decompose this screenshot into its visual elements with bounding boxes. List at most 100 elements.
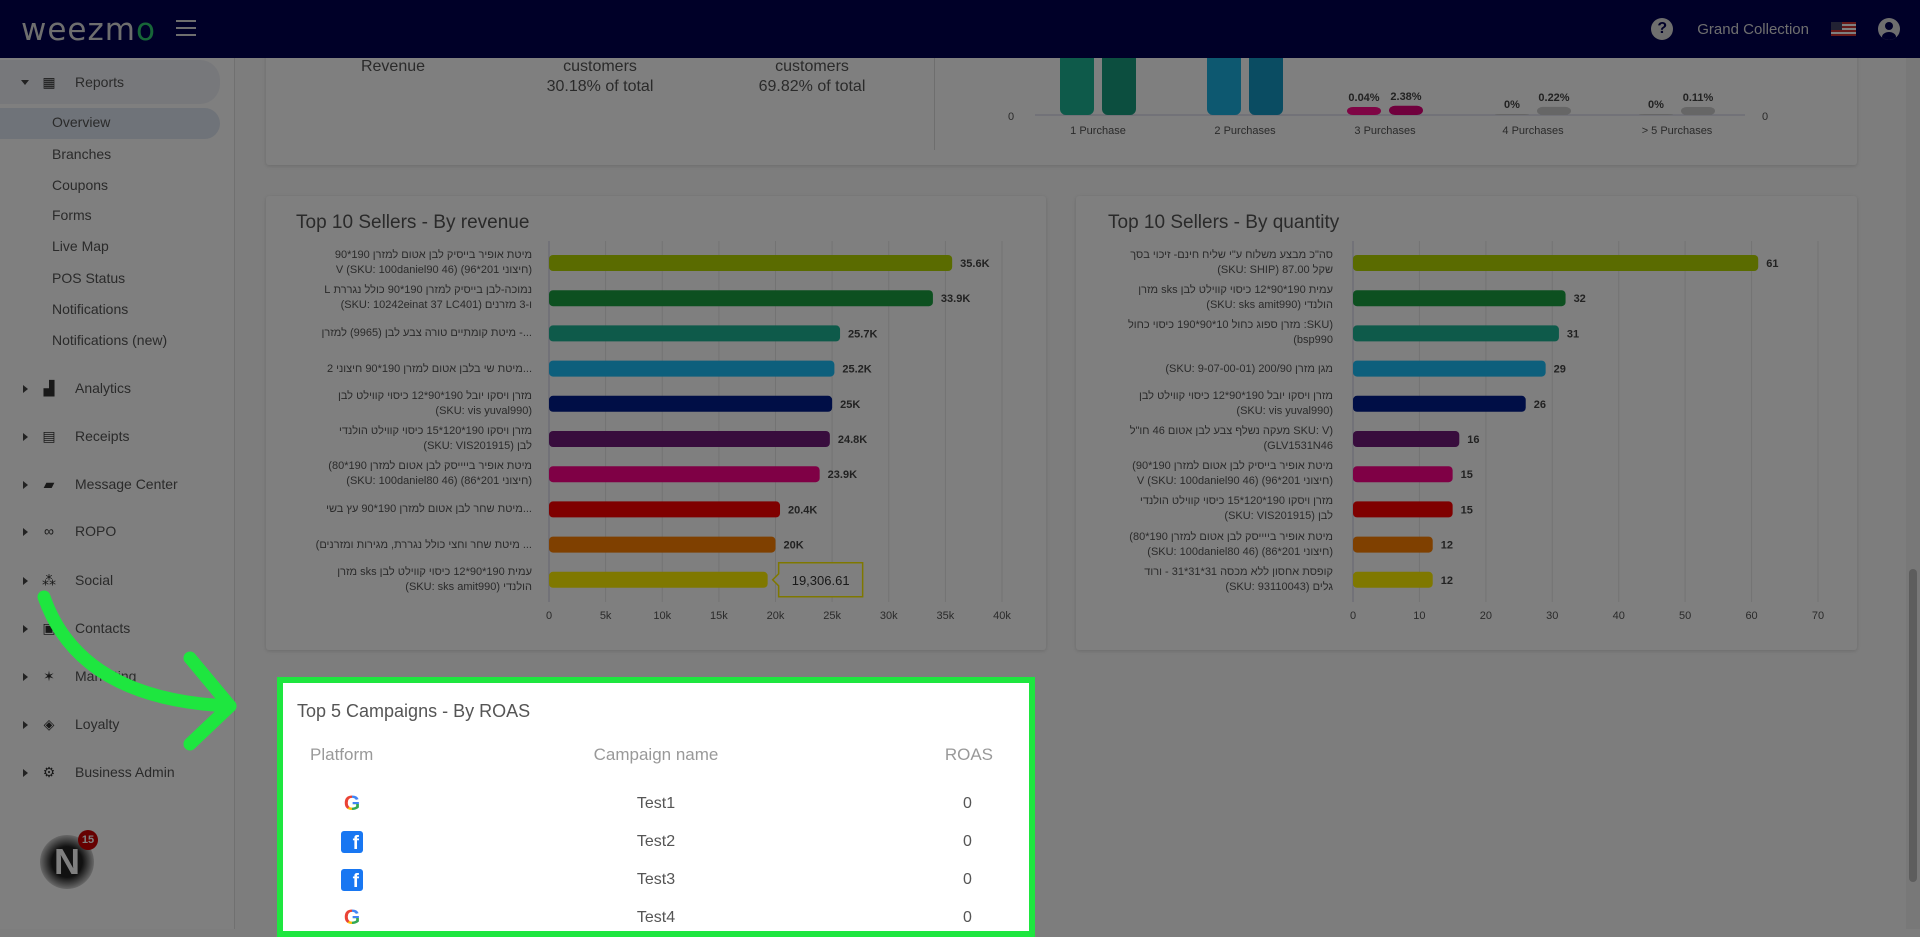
sidebar-group-label: Marketing [75, 668, 137, 684]
data-label: 15 [1461, 504, 1473, 516]
x-tick-label: 20k [767, 610, 785, 622]
bar [549, 255, 953, 271]
data-label: 32 [1574, 293, 1586, 305]
data-label: 25.7K [848, 328, 877, 340]
caret-down-icon [21, 80, 29, 85]
data-label: 12 [1441, 575, 1453, 587]
account-icon[interactable] [1878, 18, 1900, 40]
us-flag-icon[interactable] [1831, 22, 1856, 36]
y-tick-right: 0 [1762, 111, 1768, 123]
sidebar-group-label: Social [75, 572, 114, 588]
sidebar-group-ropo[interactable]: ∞ ROPO [0, 516, 220, 546]
table-row[interactable]: G Test4 0 [283, 905, 1029, 935]
sidebar-group-label: Receipts [75, 428, 130, 444]
sidebar-item-pos-status[interactable]: POS Status [52, 263, 125, 293]
sidebar-item-forms[interactable]: Forms [52, 200, 92, 230]
sidebar-item-branches[interactable]: Branches [52, 139, 111, 169]
hamburger-menu-icon[interactable] [176, 20, 196, 36]
campaign-name: Test2 [636, 833, 676, 850]
bar [1353, 431, 1460, 447]
table-row[interactable]: f Test3 0 [283, 867, 1029, 897]
category-label: מגן מזרן 200/90 (SKU: 9-07-00-01) [1165, 362, 1333, 375]
campaign-name: Test3 [636, 871, 676, 888]
column-header-roas: ROAS [944, 745, 993, 764]
table-row[interactable]: f Test2 0 [283, 829, 1029, 859]
category-label: 2 Purchases [1214, 125, 1276, 137]
sidebar-group-contacts[interactable]: ▣ Contacts [0, 613, 220, 643]
help-circle-icon[interactable]: ? [1651, 18, 1674, 40]
infinity-icon: ∞ [44, 523, 54, 539]
data-label: 0.04% [1348, 92, 1379, 104]
x-tick-label: 70 [1812, 610, 1824, 622]
purchases-card: Revenue customers 30.18% of total custome… [266, 40, 1857, 165]
roas-value: 0 [963, 871, 972, 888]
sidebar-item-coupons[interactable]: Coupons [52, 170, 108, 200]
x-tick-label: 10k [653, 610, 671, 622]
card-title: Top 5 Campaigns - By ROAS [297, 701, 531, 721]
category-label: (SKU: מזרן ספוג כחול 10*90*190 כיסוי כחו… [1127, 319, 1333, 347]
x-tick-label: 20 [1480, 610, 1492, 622]
x-tick-label: 50 [1679, 610, 1691, 622]
caret-right-icon [23, 673, 28, 681]
sidebar-item-live-map[interactable]: Live Map [52, 231, 109, 261]
sidebar-group-social[interactable]: ⁂ Social [0, 565, 220, 595]
category-label: מיטת אופיר בייסיק לבן אטום למזרן 190*90)… [1132, 460, 1333, 488]
category-label: ...מיטת שי בלבן אטום למזרן 190*90 חיצוני… [326, 362, 532, 375]
bar [1353, 501, 1453, 518]
category-label: מזרן ויסקו יובל 190*90*12 כיסוי קווילט ל… [337, 389, 532, 417]
sidebar-group-receipts[interactable]: ▤ Receipts [0, 421, 220, 451]
purchase-bar [1681, 106, 1715, 115]
brand-selector[interactable]: Grand Collection [1697, 21, 1809, 38]
table-row[interactable]: G Test1 0 [283, 791, 1029, 821]
sidebar-item-notifications-new-[interactable]: Notifications (new) [52, 325, 167, 355]
category-label: סה"כ מבצע משלוח ע"י שליח חינם- זיכוי בסך… [1130, 249, 1333, 276]
data-label: 0.22% [1538, 92, 1569, 104]
purchase-bar [1347, 106, 1381, 115]
data-label: 20K [784, 540, 804, 552]
category-label: > 5 Purchases [1642, 125, 1713, 137]
data-label: 12 [1441, 540, 1453, 552]
campaign-name: Test4 [636, 909, 676, 926]
sidebar-group-analytics[interactable]: ▟ Analytics [0, 373, 220, 403]
facebook-icon: f [341, 869, 363, 891]
weezmo-logo[interactable]: weezmo [21, 12, 156, 48]
category-label: מיטת אופיר בייייסק לבן אטום למזרן 190*80… [1129, 530, 1333, 558]
bar [1353, 325, 1559, 342]
sidebar-group-label: Analytics [75, 380, 132, 396]
category-label: מיטת אופיר בייייסק לבן אטום למזרן 190*80… [328, 460, 532, 488]
data-label: 15 [1461, 469, 1473, 481]
x-tick-label: 30k [880, 610, 898, 622]
dashboard-icon: ▦ [42, 74, 56, 90]
receipt-icon: ▤ [42, 428, 56, 444]
category-label: ...מיטת שחר לבן אטום למזרן 190*90 עץ בשי [326, 503, 532, 516]
category-label: עמית 190*90*12 כיסוי קווילט לבן sks מזרן… [1138, 284, 1333, 312]
contacts-icon: ▣ [42, 620, 56, 636]
bar [549, 325, 841, 342]
sidebar-group-label: Message Center [75, 476, 178, 492]
roas-value: 0 [963, 795, 972, 812]
bar [549, 290, 933, 307]
sidebar-group-business-admin[interactable]: ⚙ Business Admin [0, 757, 220, 787]
category-label: מזרן ויסקו 190*120*15 כיסוי קווילט הולנד… [338, 425, 532, 452]
scrollbar[interactable] [1906, 58, 1920, 929]
sidebar-item-overview[interactable]: Overview [52, 107, 110, 137]
scrollbar-thumb[interactable] [1909, 569, 1917, 882]
sidebar-group-loyalty[interactable]: ◈ Loyalty [0, 709, 220, 739]
message-icon: ▰ [43, 476, 55, 492]
data-label: 20.4K [788, 504, 817, 516]
people-icon: ⁂ [42, 572, 56, 588]
sidebar-item-notifications[interactable]: Notifications [52, 294, 128, 324]
category-label: 1 Purchase [1070, 125, 1126, 137]
x-tick-label: 60 [1745, 610, 1757, 622]
data-label: 33.9K [941, 293, 970, 305]
category-label: מזרן ויסקו 190*120*15 כיסוי קווילט הולנד… [1139, 495, 1333, 523]
tag-icon: ◈ [43, 716, 55, 732]
category-label: ...- מיטת קומתיים טורה צבע לבן (9965) למ… [321, 327, 532, 340]
sidebar-group-reports[interactable]: ▦ Reports [0, 67, 220, 97]
bar [549, 536, 776, 553]
column-header-platform: Platform [310, 745, 374, 764]
data-label: 61 [1766, 258, 1778, 270]
sidebar-group-message-center[interactable]: ▰ Message Center [0, 469, 220, 499]
category-label: (SKU: V מעקה נשלף צבע לבן אטום 46 חו"ל G… [1129, 425, 1333, 452]
sidebar-group-marketing[interactable]: ✶ Marketing [0, 661, 220, 691]
